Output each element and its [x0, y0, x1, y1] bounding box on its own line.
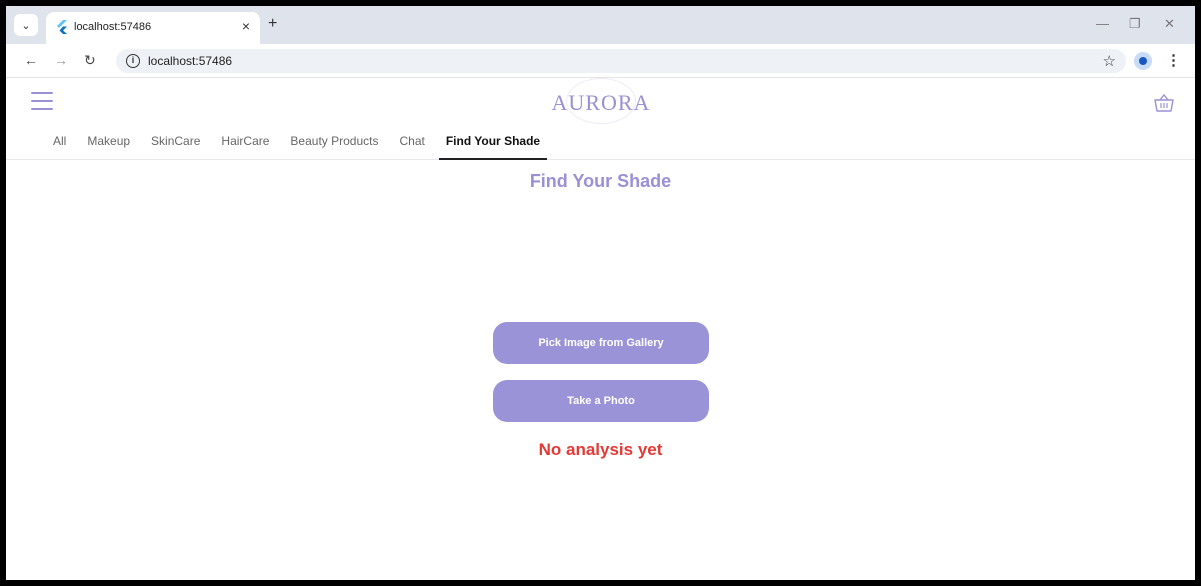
- brand-logo: AURORA: [546, 78, 656, 124]
- url-text[interactable]: localhost:57486: [148, 54, 232, 68]
- tab-search-button[interactable]: ⌄: [14, 14, 38, 36]
- page-title: Find Your Shade: [529, 171, 672, 191]
- tab-all[interactable]: All: [46, 128, 73, 160]
- reload-icon[interactable]: ↻: [84, 52, 96, 69]
- hamburger-menu-icon[interactable]: [31, 92, 53, 110]
- minimize-icon[interactable]: —: [1096, 16, 1109, 31]
- address-bar[interactable]: i localhost:57486 ☆: [116, 49, 1126, 73]
- tab-strip: ⌄ localhost:57486 × + — ❐ ✕: [6, 6, 1195, 44]
- tab-chat[interactable]: Chat: [392, 128, 431, 160]
- restore-icon[interactable]: ❐: [1129, 16, 1141, 32]
- take-photo-button[interactable]: Take a Photo: [493, 380, 709, 422]
- category-tabs: All Makeup SkinCare HairCare Beauty Prod…: [46, 128, 554, 160]
- browser-toolbar: ← → ↻ i localhost:57486 ☆ ⋮: [6, 44, 1195, 78]
- tab-haircare[interactable]: HairCare: [214, 128, 276, 160]
- flutter-icon: [57, 20, 67, 34]
- pick-image-button[interactable]: Pick Image from Gallery: [493, 322, 709, 364]
- site-info-icon[interactable]: i: [126, 54, 140, 68]
- bookmark-star-icon[interactable]: ☆: [1103, 52, 1116, 70]
- tab-beauty-products[interactable]: Beauty Products: [283, 128, 385, 160]
- forward-icon[interactable]: →: [54, 52, 68, 68]
- back-icon[interactable]: ←: [24, 52, 38, 68]
- app-header: AURORA All Makeup SkinCare HairCare Beau…: [6, 78, 1195, 160]
- close-tab-icon[interactable]: ×: [242, 18, 250, 34]
- new-tab-icon[interactable]: +: [268, 15, 277, 33]
- browser-window: ⌄ localhost:57486 × + — ❐ ✕ ← → ↻ i loca…: [6, 6, 1195, 580]
- close-window-icon[interactable]: ✕: [1164, 16, 1175, 32]
- shopping-basket-icon[interactable]: [1153, 92, 1175, 114]
- logo-text: AURORA: [551, 90, 651, 115]
- more-menu-icon[interactable]: ⋮: [1166, 51, 1181, 69]
- profile-avatar-icon[interactable]: [1134, 52, 1152, 70]
- tab-title: localhost:57486: [74, 21, 152, 33]
- tab-makeup[interactable]: Makeup: [80, 128, 137, 160]
- tab-find-your-shade[interactable]: Find Your Shade: [438, 128, 548, 160]
- browser-tab[interactable]: localhost:57486 ×: [46, 12, 260, 44]
- tab-skincare[interactable]: SkinCare: [144, 128, 207, 160]
- analysis-status: No analysis yet: [538, 440, 663, 459]
